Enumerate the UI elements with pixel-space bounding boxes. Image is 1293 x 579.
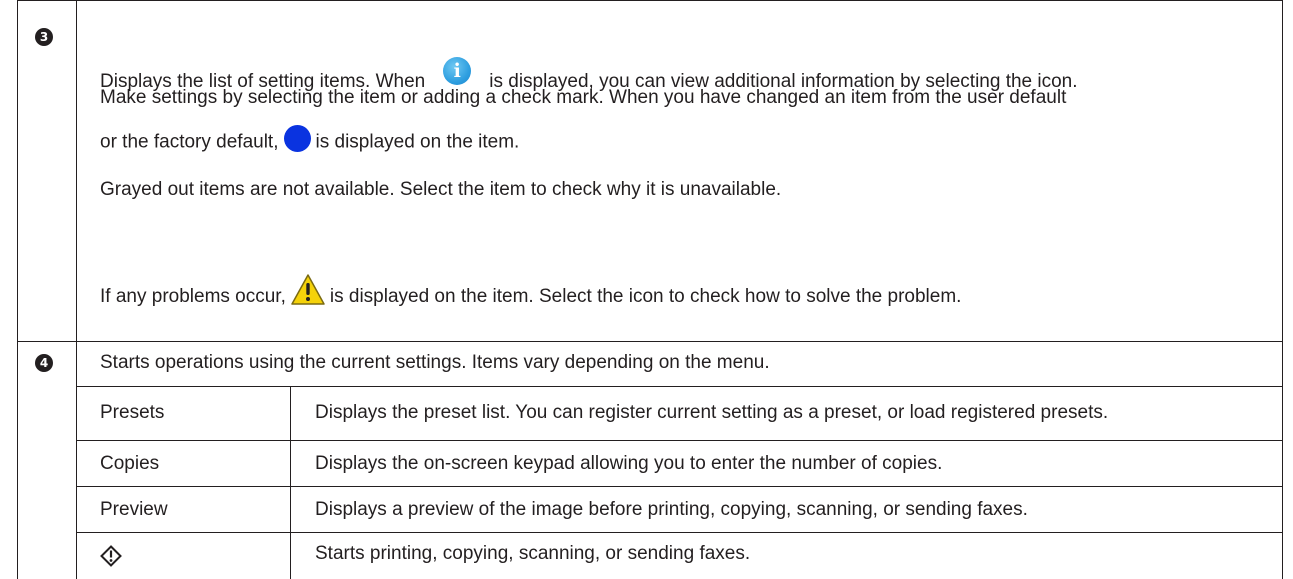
item-label-presets: Presets <box>100 402 165 423</box>
table-border-top <box>17 0 1283 1</box>
warning-icon <box>290 273 326 313</box>
number-column-divider <box>76 0 77 579</box>
subtable-column-divider <box>290 386 291 579</box>
item-description-preview: Displays a preview of the image before p… <box>315 499 1028 520</box>
subtable-border-top <box>76 386 1283 387</box>
subtable-row-divider <box>76 532 1283 533</box>
row-number-3: 3 <box>35 28 53 46</box>
settings-table: 3 Displays the list of setting items. Wh… <box>17 0 1283 579</box>
table-border-left <box>17 0 18 579</box>
subtable-row-divider <box>76 486 1283 487</box>
row3-grayed-note: Grayed out items are not available. Sele… <box>100 179 782 200</box>
row4-intro: Starts operations using the current sett… <box>100 352 770 373</box>
item-description-copies: Displays the on-screen keypad allowing y… <box>315 453 943 474</box>
row-divider <box>17 341 1283 342</box>
table-border-right <box>1282 0 1283 579</box>
row3-line3: or the factory default, is displayed on t… <box>100 125 519 156</box>
item-label-preview: Preview <box>100 499 168 520</box>
subtable-row-divider <box>76 440 1283 441</box>
changed-indicator-dot-icon <box>283 125 311 152</box>
item-description-start: Starts printing, copying, scanning, or s… <box>315 543 751 564</box>
item-label-copies: Copies <box>100 453 160 474</box>
row3-problem-note: If any problems occur, is displayed on t… <box>100 274 961 317</box>
info-icon: i <box>443 57 472 85</box>
item-description-presets: Displays the preset list. You can regist… <box>315 402 1109 423</box>
row3-line2: Make settings by selecting the item or a… <box>100 87 1067 108</box>
row-number-4: 4 <box>35 354 53 372</box>
start-diamond-icon <box>100 545 122 567</box>
